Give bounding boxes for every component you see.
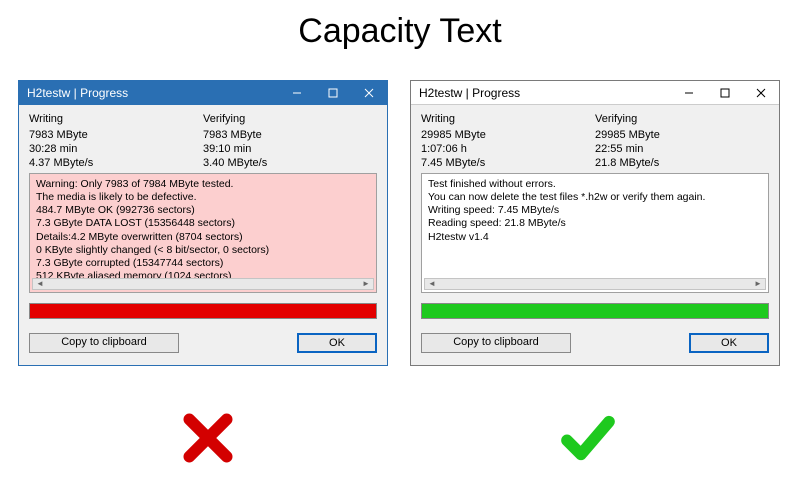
titlebar[interactable]: H2testw | Progress — [411, 81, 779, 105]
window-pass: H2testw | Progress Writing 29985 MByte 1… — [410, 80, 780, 366]
copy-to-clipboard-button[interactable]: Copy to clipboard — [29, 333, 179, 353]
copy-to-clipboard-button[interactable]: Copy to clipboard — [421, 333, 571, 353]
window-title: H2testw | Progress — [27, 86, 128, 100]
fail-x-icon — [180, 410, 236, 478]
verifying-time: 22:55 min — [595, 143, 769, 155]
verifying-time: 39:10 min — [203, 143, 377, 155]
writing-time: 30:28 min — [29, 143, 203, 155]
scroll-right-icon[interactable]: ► — [751, 279, 765, 289]
writing-time: 1:07:06 h — [421, 143, 595, 155]
log-line: The media is likely to be defective. — [36, 191, 370, 204]
minimize-button[interactable] — [279, 81, 315, 105]
window-title: H2testw | Progress — [419, 86, 520, 100]
log-output[interactable]: Test finished without errors. You can no… — [421, 173, 769, 293]
log-line: Reading speed: 21.8 MByte/s — [428, 217, 762, 230]
scrollbar-horizontal[interactable]: ◄ ► — [424, 278, 766, 290]
log-line: Test finished without errors. — [428, 178, 762, 191]
progress-bar — [29, 303, 377, 319]
writing-head: Writing — [421, 113, 595, 125]
scroll-left-icon[interactable]: ◄ — [425, 279, 439, 289]
log-line: 0 KByte slightly changed (< 8 bit/sector… — [36, 244, 370, 257]
ok-button[interactable]: OK — [297, 333, 377, 353]
pass-check-icon — [560, 410, 616, 478]
close-button[interactable] — [743, 81, 779, 105]
verifying-bytes: 7983 MByte — [203, 129, 377, 141]
verifying-rate: 3.40 MByte/s — [203, 157, 377, 169]
maximize-button[interactable] — [707, 81, 743, 105]
log-line: 7.3 GByte DATA LOST (15356448 sectors) — [36, 217, 370, 230]
progress-bar — [421, 303, 769, 319]
log-line: Details:4.2 MByte overwritten (8704 sect… — [36, 231, 370, 244]
writing-head: Writing — [29, 113, 203, 125]
log-line: 484.7 MByte OK (992736 sectors) — [36, 204, 370, 217]
log-line: H2testw v1.4 — [428, 231, 762, 244]
stats-panel: Writing 29985 MByte 1:07:06 h 7.45 MByte… — [411, 105, 779, 173]
verifying-head: Verifying — [595, 113, 769, 125]
log-line: 7.3 GByte corrupted (15347744 sectors) — [36, 257, 370, 270]
writing-bytes: 29985 MByte — [421, 129, 595, 141]
scroll-left-icon[interactable]: ◄ — [33, 279, 47, 289]
ok-button[interactable]: OK — [689, 333, 769, 353]
scrollbar-horizontal[interactable]: ◄ ► — [32, 278, 374, 290]
close-button[interactable] — [351, 81, 387, 105]
page-title: Capacity Text — [0, 12, 800, 51]
window-fail: H2testw | Progress Writing 7983 MByte 30… — [18, 80, 388, 366]
stats-panel: Writing 7983 MByte 30:28 min 4.37 MByte/… — [19, 105, 387, 173]
log-output[interactable]: Warning: Only 7983 of 7984 MByte tested.… — [29, 173, 377, 293]
maximize-button[interactable] — [315, 81, 351, 105]
minimize-button[interactable] — [671, 81, 707, 105]
log-line: Writing speed: 7.45 MByte/s — [428, 204, 762, 217]
writing-rate: 7.45 MByte/s — [421, 157, 595, 169]
writing-rate: 4.37 MByte/s — [29, 157, 203, 169]
verifying-head: Verifying — [203, 113, 377, 125]
log-line: Warning: Only 7983 of 7984 MByte tested. — [36, 178, 370, 191]
scroll-right-icon[interactable]: ► — [359, 279, 373, 289]
titlebar[interactable]: H2testw | Progress — [19, 81, 387, 105]
log-line: You can now delete the test files *.h2w … — [428, 191, 762, 204]
verifying-rate: 21.8 MByte/s — [595, 157, 769, 169]
writing-bytes: 7983 MByte — [29, 129, 203, 141]
verifying-bytes: 29985 MByte — [595, 129, 769, 141]
